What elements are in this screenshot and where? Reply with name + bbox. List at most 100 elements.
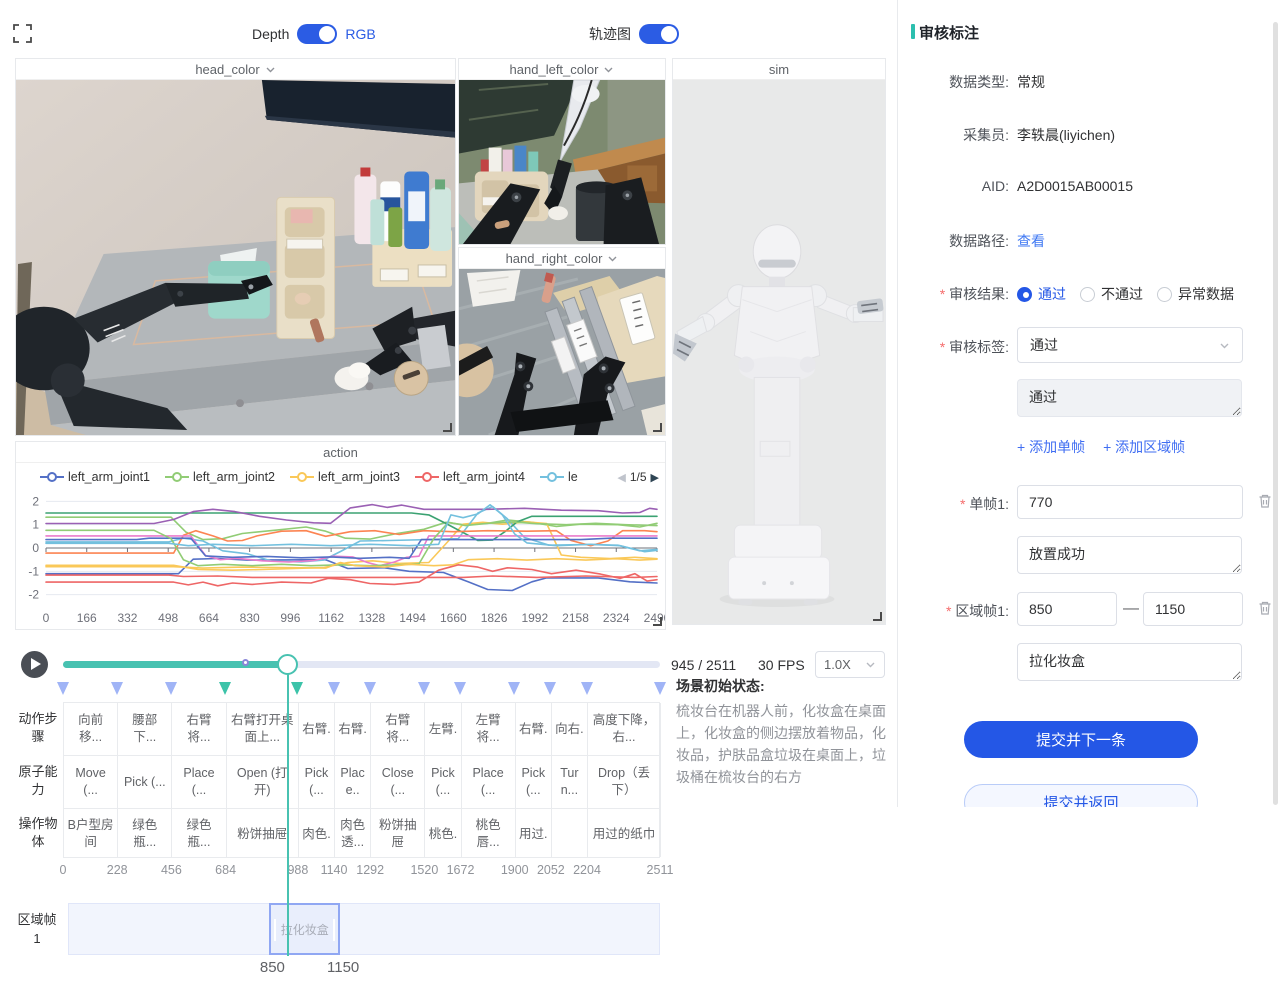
region-start-input[interactable] [1017, 592, 1117, 626]
step-column-2: 腰部下...Pick (...绿色瓶... [118, 703, 172, 857]
keyframe-marker-1672[interactable] [454, 682, 466, 695]
keyframe-marker-1292[interactable] [364, 682, 376, 695]
timeline-tick-labels: 0228456684988114012921520167219002052220… [63, 863, 663, 879]
region-left-handle[interactable] [274, 919, 276, 941]
head-camera-header[interactable]: head_color [16, 59, 455, 80]
fullscreen-icon[interactable] [13, 24, 32, 43]
svg-text:166: 166 [77, 611, 97, 625]
review-tag-select[interactable]: 通过 [1017, 327, 1243, 363]
depth-rgb-toggle[interactable] [297, 24, 337, 44]
action-step-cell: 左臂. [425, 703, 460, 756]
action-step-cell: 右臂将... [371, 703, 424, 756]
keyframe-marker-2204[interactable] [581, 682, 593, 695]
scrollbar[interactable] [1273, 22, 1278, 805]
action-step-cell: 右臂. [335, 703, 370, 756]
submit-next-button[interactable]: 提交并下一条 [964, 721, 1198, 758]
svg-text:0: 0 [43, 611, 50, 625]
radio-icon [1157, 287, 1172, 302]
legend-item-left_arm_joint3[interactable]: left_arm_joint3 [290, 470, 400, 484]
trajectory-toggle-group: 轨迹图 [589, 24, 679, 44]
step-column-7: 右臂将...Close (...粉饼抽屉 [371, 703, 425, 857]
trajectory-toggle[interactable] [639, 24, 679, 44]
svg-text:0: 0 [32, 541, 39, 555]
hand-left-camera-header[interactable]: hand_left_color [459, 59, 665, 80]
legend-prev-icon[interactable]: ◀ [617, 471, 625, 484]
legend-marker-icon [415, 472, 439, 482]
radio-abnormal[interactable]: 异常数据 [1157, 284, 1234, 304]
collector-value: 李轶晨(liyichen) [1017, 125, 1115, 145]
add-single-frame-link[interactable]: + 添加单帧 [1017, 437, 1085, 457]
atomic-ability-cell: Pick (... [118, 756, 171, 809]
keyframe-marker-228[interactable] [111, 682, 123, 695]
keyframe-marker-0[interactable] [57, 682, 69, 695]
chevron-down-icon [603, 64, 614, 75]
trash-icon[interactable] [1257, 600, 1273, 616]
legend-item-left_arm_joint2[interactable]: left_arm_joint2 [165, 470, 275, 484]
scene-state-title: 场景初始状态: [676, 676, 892, 696]
atomic-ability-cell: Place (... [172, 756, 225, 809]
single-frame-dot[interactable] [242, 659, 249, 666]
radio-pass[interactable]: 通过 [1017, 284, 1066, 304]
action-step-cell: 高度下降，右... [588, 703, 660, 756]
add-region-frame-link[interactable]: + 添加区域帧 [1103, 437, 1185, 457]
sim-header[interactable]: sim [673, 59, 885, 80]
atomic-ability-cell: Turn... [552, 756, 587, 809]
keyframe-marker-1140[interactable] [328, 682, 340, 695]
legend-item-le[interactable]: le [540, 470, 578, 484]
playback-slider[interactable] [63, 661, 660, 668]
keyframe-marker-2052[interactable] [544, 682, 556, 695]
review-panel: 审核标注 数据类型: 常规 采集员: 李轶晨(liyichen) AID: A2… [897, 0, 1280, 807]
chevron-down-icon [265, 64, 276, 75]
action-step-cell: 右臂将... [172, 703, 225, 756]
play-button[interactable] [21, 651, 48, 678]
row-label-objects: 操作物体 [17, 815, 59, 851]
object-cell: 粉饼抽屉 [371, 809, 424, 859]
svg-text:996: 996 [280, 611, 300, 625]
chevron-down-icon [1219, 340, 1230, 351]
legend-item-left_arm_joint1[interactable]: left_arm_joint1 [40, 470, 150, 484]
keyframe-marker-1900[interactable] [508, 682, 520, 695]
object-cell: 用过的纸巾 [588, 809, 660, 859]
fps-label: 30 FPS [758, 657, 805, 673]
radio-icon [1017, 287, 1032, 302]
legend-next-icon[interactable]: ▶ [651, 471, 659, 484]
region-frame-bar[interactable]: 拉化妆盒 [68, 903, 660, 955]
tick-label-1140: 1140 [321, 863, 348, 877]
keyframe-marker-684[interactable] [219, 682, 231, 695]
object-cell: B户型房间 [64, 809, 117, 859]
radio-fail[interactable]: 不通过 [1080, 284, 1143, 304]
resize-grip-icon[interactable] [873, 612, 882, 621]
resize-grip-icon[interactable] [653, 617, 662, 626]
object-cell: 肉色. [299, 809, 334, 859]
playback-slider-handle[interactable] [277, 654, 298, 675]
region-frame-note-textarea[interactable]: 拉化妆盒 [1017, 643, 1242, 681]
tick-label-684: 684 [215, 863, 236, 877]
step-column-9: 左臂将...Place (...桃色唇... [462, 703, 516, 857]
keyframe-marker-456[interactable] [165, 682, 177, 695]
review-comment-textarea[interactable]: 通过 [1017, 379, 1242, 417]
legend-item-left_arm_joint4[interactable]: left_arm_joint4 [415, 470, 525, 484]
submit-return-button[interactable]: 提交并返回 [964, 784, 1198, 807]
trash-icon[interactable] [1257, 493, 1273, 509]
hand-right-camera-header[interactable]: hand_right_color [459, 248, 665, 269]
object-cell: 绿色瓶... [118, 809, 171, 859]
hand-left-camera-panel: hand_left_color [458, 58, 666, 245]
single-frame-input[interactable] [1017, 485, 1243, 519]
keyframe-marker-1520[interactable] [418, 682, 430, 695]
region-right-handle[interactable] [333, 919, 335, 941]
region-end-input[interactable] [1143, 592, 1243, 626]
resize-grip-icon[interactable] [443, 423, 452, 432]
play-icon [31, 658, 41, 670]
keyframe-marker-988[interactable] [291, 682, 303, 695]
keyframe-marker-2511[interactable] [654, 682, 666, 695]
trajectory-chart[interactable]: 210-1-2016633249866483099611621328149416… [16, 488, 665, 629]
review-tag-label: 审核标签: [898, 337, 1009, 357]
head-camera-panel: head_color [15, 58, 456, 436]
single-frame-note-textarea[interactable]: 放置成功 [1017, 536, 1242, 574]
resize-grip-icon[interactable] [653, 423, 662, 432]
review-annotation-app: Depth RGB 轨迹图 head_color [0, 0, 1280, 987]
view-data-path-link[interactable]: 查看 [1017, 231, 1045, 251]
speed-select[interactable]: 1.0X [815, 651, 885, 678]
region-frame-block[interactable]: 拉化妆盒 [269, 903, 340, 955]
step-column-12: 高度下降，右...Drop（丢下）用过的纸巾 [588, 703, 661, 857]
